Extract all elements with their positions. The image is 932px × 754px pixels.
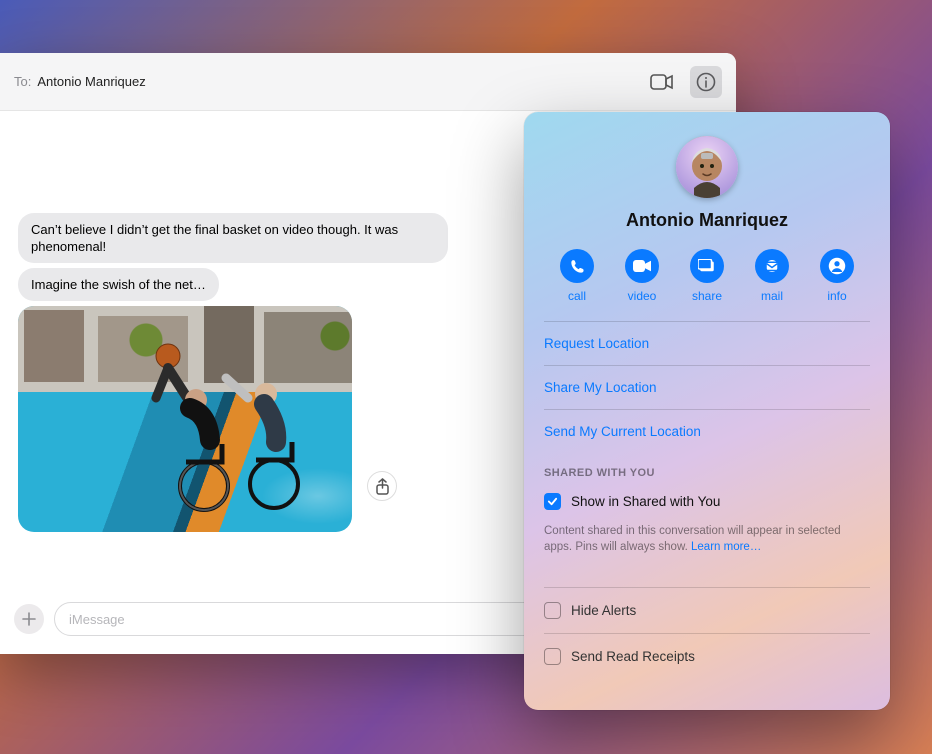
share-image-button[interactable] — [367, 471, 397, 501]
mail-label: mail — [761, 289, 783, 303]
call-action[interactable]: call — [550, 249, 604, 303]
share-label: share — [692, 289, 722, 303]
info-action[interactable]: info — [810, 249, 864, 303]
video-icon — [625, 249, 659, 283]
checkbox-empty-icon — [544, 648, 561, 665]
to-value: Antonio Manriquez — [37, 74, 145, 89]
details-info-button[interactable] — [690, 66, 722, 98]
mail-action[interactable]: mail — [745, 249, 799, 303]
shared-help-text: Content shared in this conversation will… — [544, 524, 870, 587]
checkbox-checked-icon — [544, 493, 561, 510]
shared-section-label: SHARED WITH YOU — [544, 453, 870, 489]
incoming-image-message[interactable] — [18, 306, 352, 532]
basketball-photo — [18, 306, 352, 532]
phone-icon — [560, 249, 594, 283]
share-action[interactable]: share — [680, 249, 734, 303]
show-shared-label: Show in Shared with You — [571, 494, 720, 509]
hide-alerts-checkbox[interactable]: Hide Alerts — [544, 588, 870, 633]
popover-list: Request Location Share My Location Send … — [524, 321, 890, 665]
mail-icon — [755, 249, 789, 283]
contact-name: Antonio Manriquez — [524, 210, 890, 231]
hide-alerts-label: Hide Alerts — [571, 603, 636, 618]
show-shared-checkbox[interactable]: Show in Shared with You — [544, 489, 870, 524]
to-field: To: Antonio Manriquez — [14, 74, 146, 89]
contact-actions: call video share mail — [524, 249, 890, 321]
call-label: call — [568, 289, 586, 303]
incoming-message[interactable]: Imagine the swish of the net… — [18, 268, 219, 301]
video-action[interactable]: video — [615, 249, 669, 303]
titlebar-actions — [646, 66, 722, 98]
screenshare-icon — [690, 249, 724, 283]
to-label: To: — [14, 74, 31, 89]
facetime-video-button[interactable] — [646, 66, 678, 98]
learn-more-link[interactable]: Learn more… — [691, 541, 761, 553]
send-read-receipts-checkbox[interactable]: Send Read Receipts — [544, 634, 870, 665]
checkbox-empty-icon — [544, 602, 561, 619]
send-read-receipts-label: Send Read Receipts — [571, 649, 695, 664]
photo-illustration — [138, 338, 318, 518]
incoming-message[interactable]: Can’t believe I didn’t get the final bas… — [18, 213, 448, 263]
apps-plus-button[interactable] — [14, 604, 44, 634]
video-label: video — [628, 289, 657, 303]
share-my-location-link[interactable]: Share My Location — [544, 366, 870, 409]
contact-avatar[interactable] — [676, 136, 738, 198]
info-label: info — [827, 289, 846, 303]
details-popover: Antonio Manriquez call video share — [524, 112, 890, 710]
contact-card-icon — [820, 249, 854, 283]
request-location-link[interactable]: Request Location — [544, 322, 870, 365]
titlebar: To: Antonio Manriquez — [0, 53, 736, 111]
send-current-location-link[interactable]: Send My Current Location — [544, 410, 870, 453]
